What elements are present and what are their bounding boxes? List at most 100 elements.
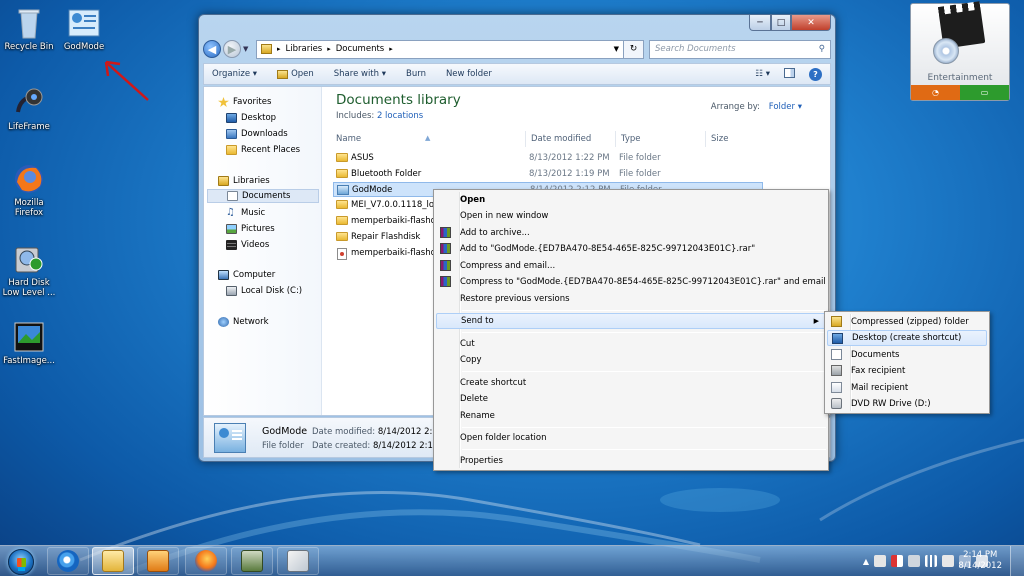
tray-app-icon[interactable] (874, 555, 886, 567)
help-button[interactable]: ? (809, 67, 822, 81)
organize-button[interactable]: Organize ▾ (212, 69, 257, 79)
gadget-clock-button[interactable]: ◔ (911, 85, 960, 100)
menu-label: Send to (461, 316, 494, 326)
godmode-icon (337, 185, 349, 195)
nav-favorites[interactable]: Favorites (218, 95, 271, 109)
menu-compress-email[interactable]: Compress and email... (436, 258, 826, 274)
forward-button[interactable]: ▶ (223, 40, 241, 58)
taskbar-internet-explorer[interactable] (47, 547, 89, 575)
column-name[interactable]: Name (336, 134, 361, 144)
clock[interactable]: 2:14 PM 8/14/2012 (958, 550, 1002, 572)
taskbar-windows-explorer[interactable] (92, 547, 134, 575)
menu-delete[interactable]: Delete (436, 391, 826, 407)
menu-cut[interactable]: Cut (436, 336, 826, 352)
nav-documents[interactable]: Documents (207, 189, 319, 203)
breadcrumb-libraries[interactable]: Libraries (286, 44, 323, 54)
new-folder-button[interactable]: New folder (446, 69, 492, 79)
column-date-modified[interactable]: Date modified (531, 134, 591, 144)
address-bar[interactable]: ▸ Libraries ▸ Documents ▸ ▼ (256, 39, 624, 59)
menu-open[interactable]: Open (436, 192, 826, 208)
sendto-mail-recipient[interactable]: Mail recipient (827, 380, 987, 396)
flag-icon[interactable] (891, 555, 903, 567)
menu-label: DVD RW Drive (D:) (851, 399, 931, 409)
start-button[interactable] (2, 547, 40, 576)
signal-icon[interactable] (925, 555, 937, 567)
locations-link[interactable]: 2 locations (377, 111, 423, 121)
file-name: memperbaiki-flashdi (351, 216, 439, 226)
arrange-by: Arrange by: Folder ▾ (711, 102, 802, 112)
menu-properties[interactable]: Properties (436, 453, 826, 469)
menu-add-to-archive[interactable]: Add to archive... (436, 225, 826, 241)
file-row[interactable]: ASUS 8/13/2012 1:22 PM File folder (333, 151, 763, 166)
open-button[interactable]: Open (277, 69, 314, 79)
taskbar-media-player[interactable] (137, 547, 179, 575)
back-button[interactable]: ◀ (203, 40, 221, 58)
nav-downloads[interactable]: Downloads (226, 127, 288, 141)
nav-desktop[interactable]: Desktop (226, 111, 276, 125)
menu-rename[interactable]: Rename (436, 408, 826, 424)
desktop-icon-firefox[interactable]: Mozilla Firefox (0, 162, 58, 218)
show-desktop-button[interactable] (1010, 546, 1024, 576)
sendto-compressed-folder[interactable]: Compressed (zipped) folder (827, 314, 987, 330)
nav-pictures[interactable]: Pictures (226, 222, 275, 236)
nav-music[interactable]: ♫ Music (226, 206, 265, 220)
gadget-display-button[interactable]: ▭ (960, 85, 1009, 100)
nav-recent-places[interactable]: Recent Places (226, 143, 300, 157)
column-size[interactable]: Size (711, 134, 728, 144)
firefox-icon (195, 550, 217, 572)
recent-places-icon (226, 145, 237, 155)
nav-computer[interactable]: Computer (218, 268, 275, 282)
sendto-fax-recipient[interactable]: Fax recipient (827, 363, 987, 379)
view-options-button[interactable]: ☷ ▾ (755, 69, 770, 79)
file-name: Repair Flashdisk (351, 232, 421, 242)
menu-compress-rar-email[interactable]: Compress to "GodMode.{ED7BA470-8E54-465E… (436, 274, 826, 290)
recent-pages-dropdown[interactable]: ▼ (243, 45, 253, 53)
desktop-icon-godmode[interactable]: GodMode (55, 6, 113, 52)
menu-copy[interactable]: Copy (436, 352, 826, 368)
taskbar-paint[interactable] (277, 547, 319, 575)
menu-open-folder-location[interactable]: Open folder location (436, 430, 826, 446)
nav-network[interactable]: Network (218, 315, 269, 329)
entertainment-gadget[interactable]: Entertainment ◔ ▭ (910, 3, 1010, 101)
refresh-button[interactable]: ↻ (624, 39, 644, 59)
breadcrumb-documents[interactable]: Documents (336, 44, 384, 54)
nav-libraries[interactable]: Libraries (218, 174, 270, 188)
file-row[interactable]: Bluetooth Folder 8/13/2012 1:19 PM File … (333, 167, 763, 182)
sendto-dvd-drive[interactable]: DVD RW Drive (D:) (827, 396, 987, 412)
search-input[interactable]: Search Documents ⚲ (649, 39, 831, 59)
share-with-button[interactable]: Share with ▾ (334, 69, 386, 79)
folder-icon (336, 232, 348, 241)
firefox-icon (12, 162, 46, 196)
sendto-desktop-shortcut[interactable]: Desktop (create shortcut) (827, 330, 987, 346)
maximize-button[interactable]: □ (771, 15, 791, 31)
nav-videos[interactable]: Videos (226, 238, 269, 252)
media-player-icon (147, 550, 169, 572)
tray-app2-icon[interactable] (908, 555, 920, 567)
menu-add-to-rar[interactable]: Add to "GodMode.{ED7BA470-8E54-465E-825C… (436, 241, 826, 257)
file-date: 8/13/2012 1:19 PM (529, 169, 610, 179)
menu-restore-previous[interactable]: Restore previous versions (436, 291, 826, 307)
desktop-icon-recycle-bin[interactable]: Recycle Bin (0, 6, 58, 52)
menu-open-new-window[interactable]: Open in new window (436, 208, 826, 224)
desktop-icon-lifeframe[interactable]: LifeFrame (0, 86, 58, 132)
desktop-icon-hard-disk-tool[interactable]: Hard Disk Low Level ... (0, 242, 58, 298)
preview-pane-button[interactable] (784, 67, 795, 81)
nav-label: Videos (241, 240, 270, 250)
minimize-button[interactable]: ─ (749, 15, 771, 31)
nav-local-disk[interactable]: Local Disk (C:) (226, 284, 302, 298)
sendto-documents[interactable]: Documents (827, 347, 987, 363)
menu-send-to[interactable]: Send to ▶ (436, 313, 826, 329)
burn-button[interactable]: Burn (406, 69, 426, 79)
close-button[interactable]: ✕ (791, 15, 831, 31)
show-hidden-icons-button[interactable]: ▲ (863, 557, 869, 566)
command-bar: Organize ▾ Open Share with ▾ Burn New fo… (203, 63, 831, 85)
taskbar-app[interactable] (231, 547, 273, 575)
arrange-by-dropdown[interactable]: Folder ▾ (769, 102, 802, 112)
menu-create-shortcut[interactable]: Create shortcut (436, 375, 826, 391)
library-title: Documents library (336, 92, 461, 108)
column-type[interactable]: Type (621, 134, 641, 144)
address-dropdown-icon[interactable]: ▼ (614, 45, 619, 53)
desktop-icon-fastimage[interactable]: FastImage... (0, 320, 58, 366)
power-icon[interactable] (942, 555, 954, 567)
taskbar-firefox[interactable] (185, 547, 227, 575)
